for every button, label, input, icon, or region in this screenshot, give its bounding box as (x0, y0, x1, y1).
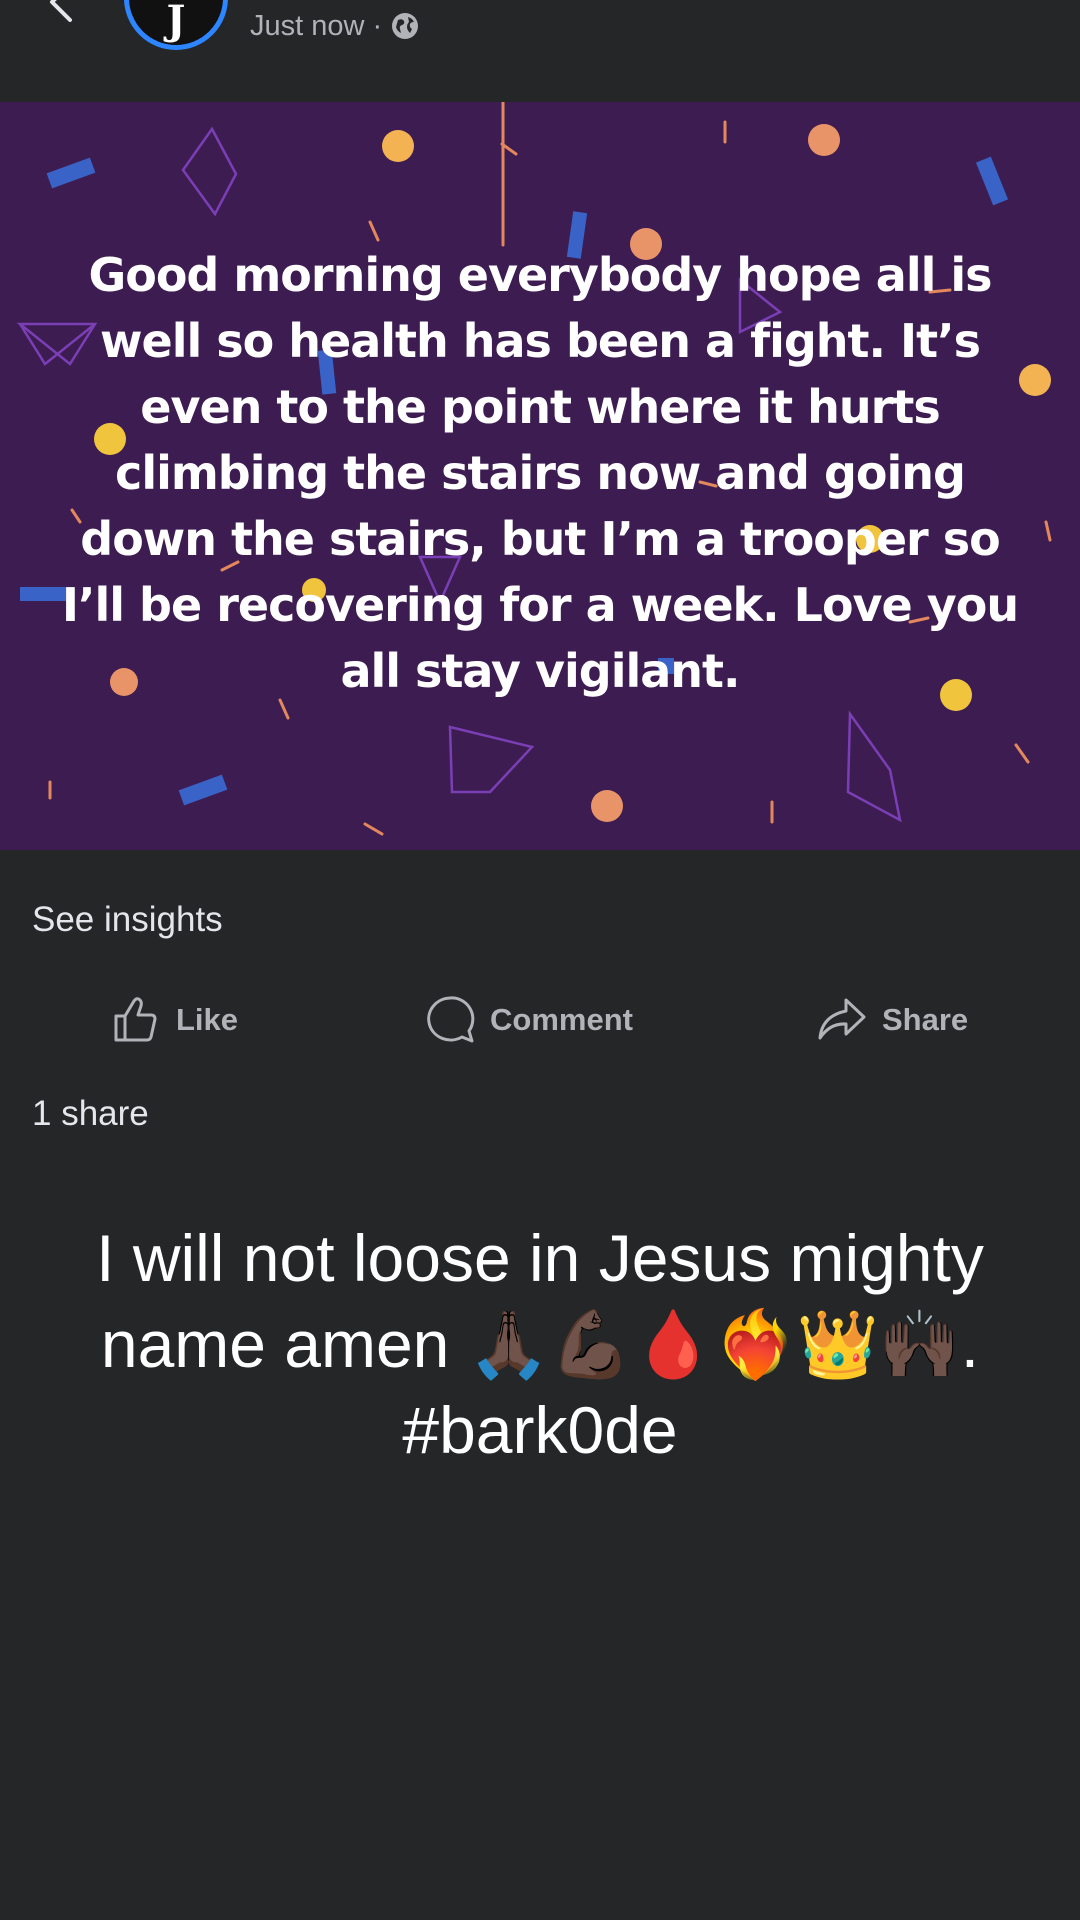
like-button[interactable]: Like (110, 990, 238, 1050)
comment-icon (427, 996, 475, 1043)
globe-icon[interactable] (390, 11, 420, 41)
share-label: Share (882, 1002, 969, 1037)
like-label: Like (176, 1002, 239, 1037)
post-view: J Just now · Good morning everybody hope… (0, 0, 1080, 1920)
post-actions-bar: Like Comment Share (0, 990, 1080, 1050)
see-insights-link[interactable]: See insights (32, 900, 223, 940)
chevron-left-icon[interactable] (40, 0, 90, 30)
avatar[interactable]: J (124, 0, 228, 50)
post-text: Good morning everybody hope all is well … (61, 248, 1019, 698)
post-background-canvas: Good morning everybody hope all is well … (0, 102, 1080, 850)
post-caption: I will not loose in Jesus mighty name am… (96, 1221, 984, 1467)
timestamp: Just now (250, 9, 365, 42)
more-horizontal-icon[interactable] (990, 0, 1050, 12)
meta-separator: · (372, 9, 383, 42)
comment-label: Comment (490, 1002, 633, 1037)
share-icon (818, 998, 866, 1040)
thumbs-up-icon (114, 997, 157, 1042)
comment-button[interactable]: Comment (424, 990, 633, 1050)
share-button[interactable]: Share (816, 990, 968, 1050)
post-header: J Just now · (0, 0, 1080, 100)
post-meta: Just now · (250, 6, 420, 46)
avatar-letter: J (166, 0, 186, 44)
share-count[interactable]: 1 share (32, 1094, 149, 1134)
